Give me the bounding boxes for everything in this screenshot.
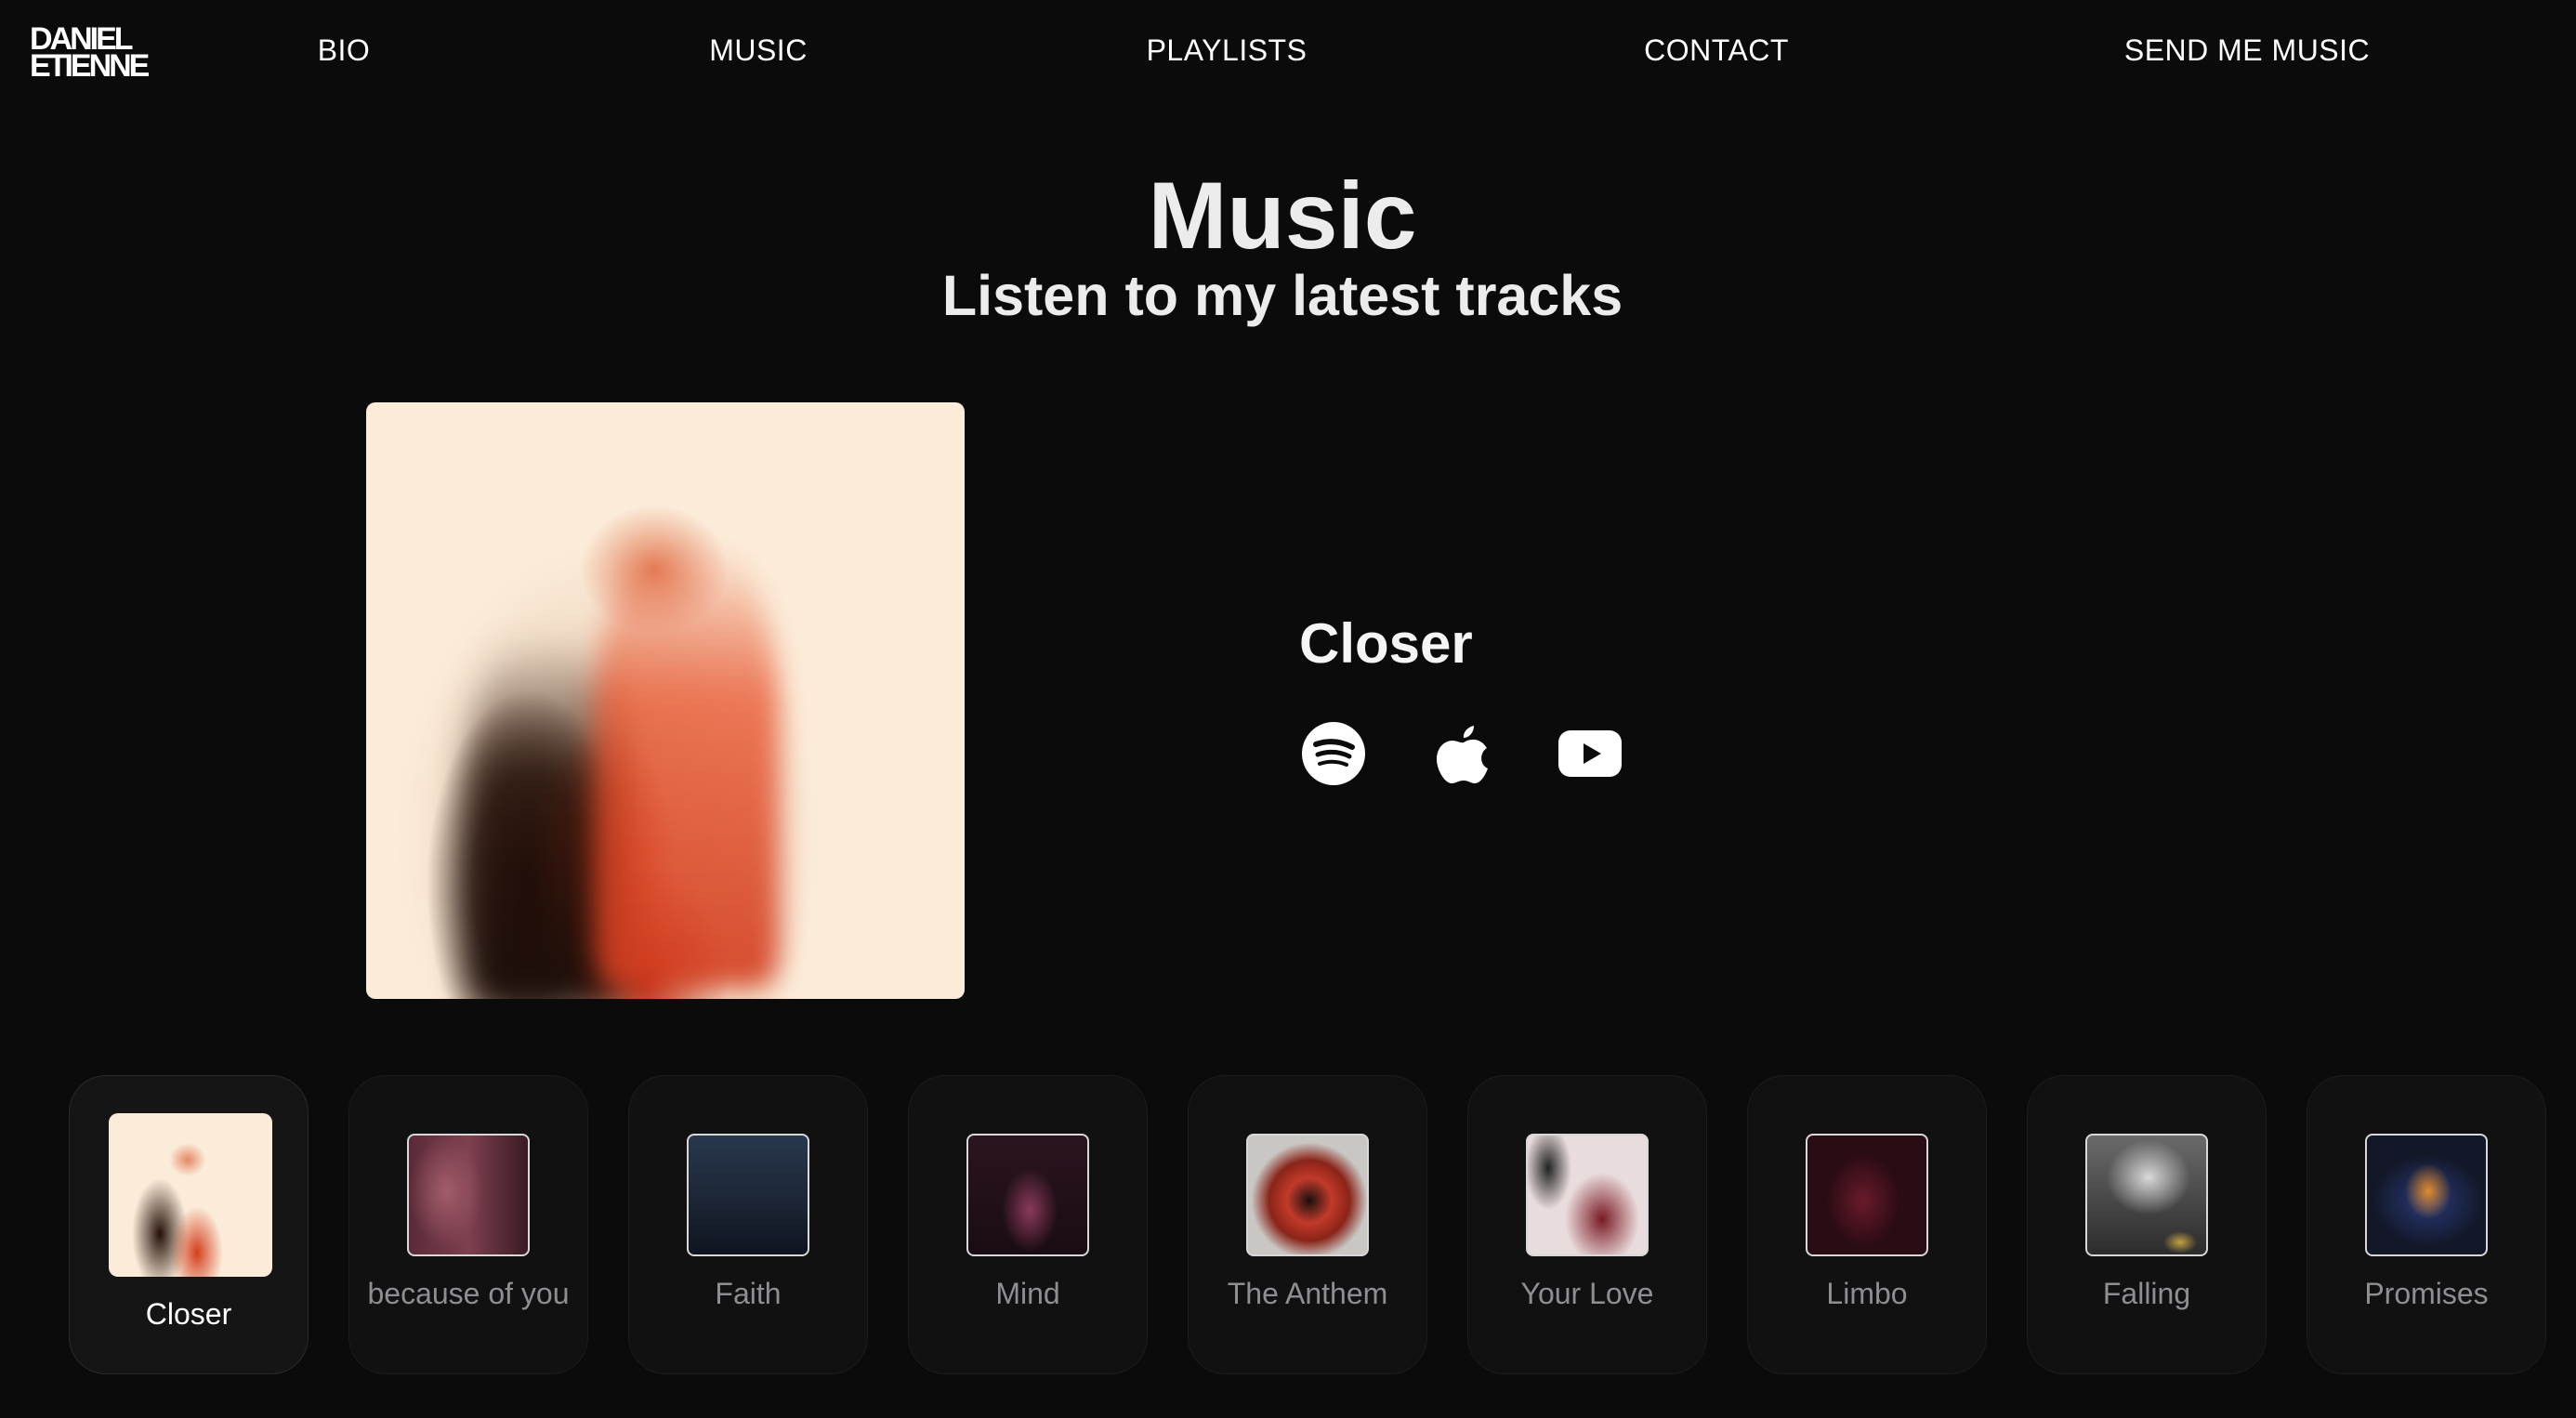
track-thumb <box>1526 1134 1649 1256</box>
nav-send-me-music[interactable]: SEND ME MUSIC <box>2124 33 2370 68</box>
track-thumb <box>966 1134 1089 1256</box>
youtube-icon <box>1558 730 1622 777</box>
track-card-limbo[interactable]: Limbo <box>1747 1075 1987 1374</box>
track-thumb <box>2085 1134 2208 1256</box>
page-scrollbar[interactable] <box>2561 0 2576 1418</box>
page-title: Music <box>1148 163 1417 269</box>
cover-figure <box>594 542 780 988</box>
track-card-closer[interactable]: Closer <box>69 1075 309 1374</box>
track-card-your-love[interactable]: Your Love <box>1467 1075 1707 1374</box>
track-card-falling[interactable]: Falling <box>2027 1075 2267 1374</box>
track-label: Mind <box>995 1277 1060 1310</box>
track-label: Promises <box>2364 1277 2489 1310</box>
track-thumb <box>2365 1134 2488 1256</box>
track-label: Falling <box>2102 1277 2191 1310</box>
track-card-the-anthem[interactable]: The Anthem <box>1188 1075 1427 1374</box>
track-card-mind[interactable]: Mind <box>908 1075 1148 1374</box>
nav-music[interactable]: MUSIC <box>709 33 808 68</box>
track-label: Closer <box>145 1297 232 1331</box>
track-label: because of you <box>367 1277 570 1310</box>
track-card-because-of-you[interactable]: because of you <box>348 1075 588 1374</box>
track-thumb <box>1246 1134 1369 1256</box>
track-label: Your Love <box>1520 1277 1654 1310</box>
spotify-link[interactable] <box>1300 720 1367 787</box>
featured-track-title: Closer <box>1299 612 1473 675</box>
track-label: The Anthem <box>1227 1277 1388 1310</box>
logo-line-2: ETIENNE <box>30 48 150 84</box>
track-thumb <box>407 1134 530 1256</box>
page-subtitle: Listen to my latest tracks <box>941 264 1623 327</box>
site-logo[interactable]: DANIEL ETIENNE <box>30 23 151 84</box>
featured-cover-art <box>366 402 965 999</box>
track-thumb <box>109 1113 272 1277</box>
track-thumb <box>1806 1134 1928 1256</box>
nav-contact[interactable]: CONTACT <box>1644 33 1789 68</box>
spotify-icon <box>1302 722 1365 785</box>
track-thumb <box>687 1134 809 1256</box>
track-label: Limbo <box>1826 1277 1908 1310</box>
apple-music-link[interactable] <box>1431 720 1496 787</box>
youtube-link[interactable] <box>1558 720 1622 787</box>
nav-bio[interactable]: BIO <box>318 33 371 68</box>
track-label: Faith <box>715 1277 782 1310</box>
nav-playlists[interactable]: PLAYLISTS <box>1147 33 1308 68</box>
apple-icon <box>1437 726 1488 783</box>
track-card-promises[interactable]: Promises <box>2307 1075 2546 1374</box>
track-card-faith[interactable]: Faith <box>628 1075 868 1374</box>
